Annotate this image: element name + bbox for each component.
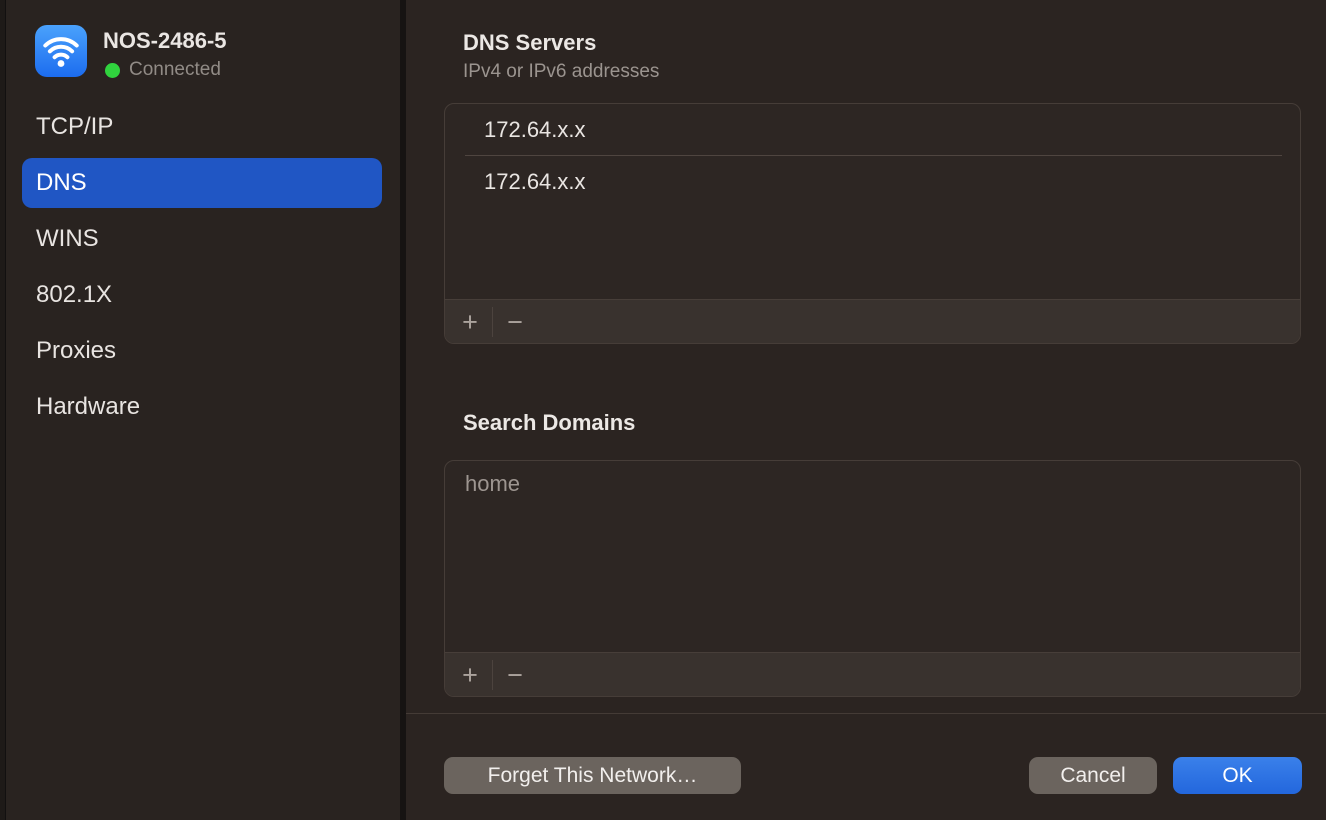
remove-search-domain-button[interactable]: −: [500, 658, 530, 692]
connected-status-dot: [105, 63, 120, 78]
search-domains-toolbar: + −: [445, 652, 1300, 696]
sidebar-item-hardware[interactable]: Hardware: [22, 382, 382, 432]
search-domains-title: Search Domains: [463, 410, 635, 436]
dns-server-entry[interactable]: 172.64.x.x: [445, 156, 1300, 207]
add-search-domain-button[interactable]: +: [455, 658, 485, 692]
footer-divider: [406, 713, 1326, 714]
toolbar-separator: [492, 307, 493, 337]
forget-network-button[interactable]: Forget This Network…: [444, 757, 741, 794]
network-details-dialog: NOS-2486-5 Connected TCP/IP DNS WINS 802…: [0, 0, 1326, 820]
network-name: NOS-2486-5: [103, 28, 227, 54]
search-domains-listbox: home + −: [444, 460, 1301, 697]
dns-servers-subtitle: IPv4 or IPv6 addresses: [463, 61, 659, 83]
dns-servers-listbox: 172.64.x.x 172.64.x.x + −: [444, 103, 1301, 344]
remove-dns-server-button[interactable]: −: [500, 305, 530, 339]
wifi-icon: [35, 25, 87, 77]
sidebar-item-proxies[interactable]: Proxies: [22, 326, 382, 376]
ok-button[interactable]: OK: [1173, 757, 1302, 794]
dns-servers-toolbar: + −: [445, 299, 1300, 343]
search-domains-rows: home: [445, 461, 1300, 507]
cancel-button[interactable]: Cancel: [1029, 757, 1157, 794]
dns-settings-panel: DNS Servers IPv4 or IPv6 addresses 172.6…: [406, 0, 1326, 820]
search-domain-entry[interactable]: home: [445, 461, 1300, 507]
window-left-edge: [0, 0, 6, 820]
sidebar-item-8021x[interactable]: 802.1X: [22, 270, 382, 320]
sidebar-item-dns[interactable]: DNS: [22, 158, 382, 208]
connection-status-label: Connected: [129, 59, 221, 81]
sidebar: NOS-2486-5 Connected TCP/IP DNS WINS 802…: [0, 0, 400, 820]
toolbar-separator: [492, 660, 493, 690]
dns-servers-rows: 172.64.x.x 172.64.x.x: [445, 104, 1300, 207]
dns-server-entry[interactable]: 172.64.x.x: [445, 104, 1300, 155]
dns-servers-title: DNS Servers: [463, 30, 596, 56]
sidebar-item-wins[interactable]: WINS: [22, 214, 382, 264]
sidebar-item-tcpip[interactable]: TCP/IP: [22, 102, 382, 152]
connection-status: Connected: [105, 59, 221, 81]
add-dns-server-button[interactable]: +: [455, 305, 485, 339]
